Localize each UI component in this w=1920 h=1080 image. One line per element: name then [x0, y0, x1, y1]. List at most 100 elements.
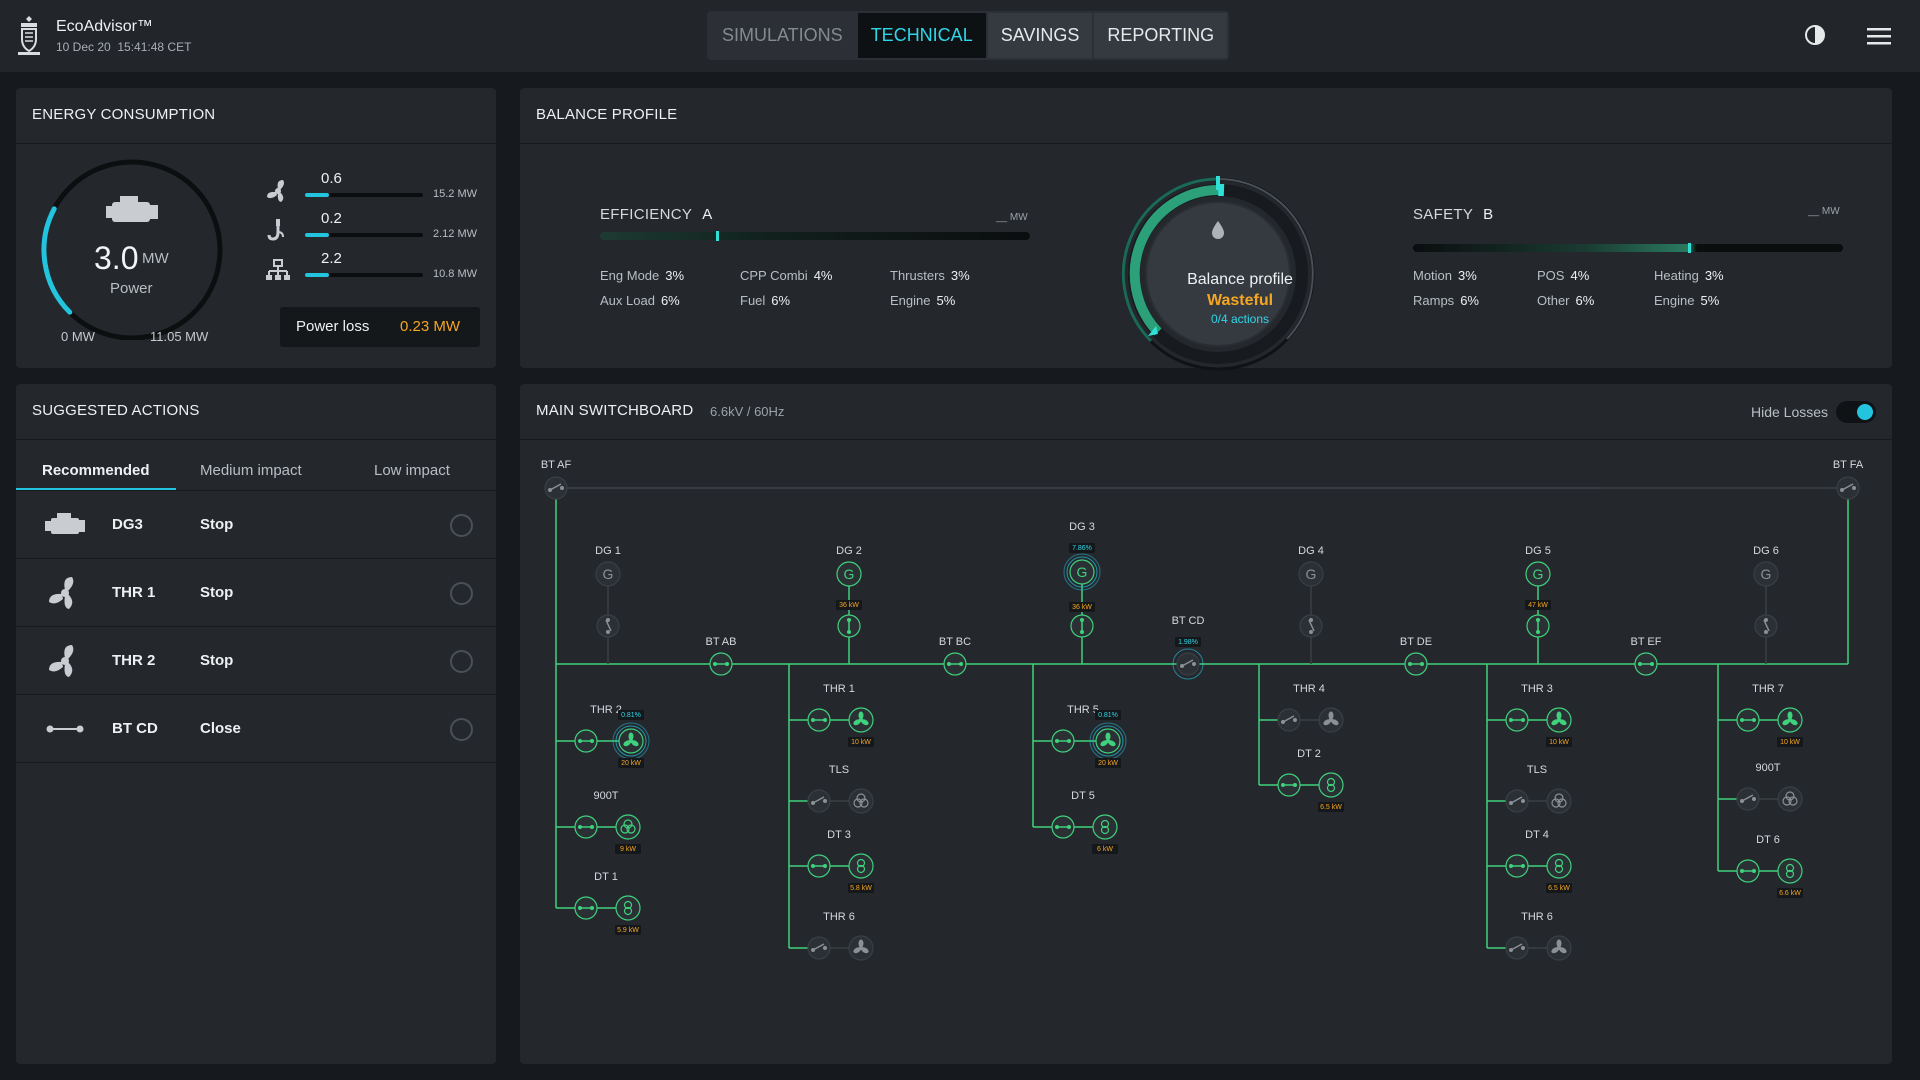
panel-divider [520, 143, 1892, 144]
consumer-node[interactable] [848, 707, 874, 733]
hide-losses-toggle[interactable] [1836, 401, 1876, 423]
feeder-breaker[interactable] [1505, 936, 1529, 960]
efficiency-item: Aux Load 6% [600, 293, 680, 308]
generator-node[interactable]: G [836, 561, 862, 587]
item-name: Aux Load [600, 293, 655, 308]
feeder-breaker[interactable] [807, 708, 831, 732]
feeder-breaker[interactable] [1736, 859, 1760, 883]
generator-node[interactable]: G [1525, 561, 1551, 587]
action-select-radio[interactable] [450, 650, 473, 673]
feeder-breaker[interactable] [807, 936, 831, 960]
balance-center-title: Balance profile [1187, 271, 1293, 288]
contrast-toggle-icon[interactable] [1804, 24, 1826, 46]
consumer-node[interactable] [612, 722, 650, 760]
action-select-radio[interactable] [450, 582, 473, 605]
feeder-breaker[interactable] [1277, 773, 1301, 797]
consumer-node[interactable] [615, 895, 641, 921]
impact-tabs: Recommended Medium impact Low impact [16, 454, 496, 491]
item-value: 3% [1458, 268, 1477, 283]
generator-label: DG 1 [595, 545, 621, 557]
consumer-node[interactable] [1777, 786, 1803, 812]
consumer-node[interactable] [848, 935, 874, 961]
generator-node[interactable]: G [1063, 553, 1101, 591]
feeder-breaker[interactable] [574, 729, 598, 753]
bus-tie-breaker[interactable] [1404, 652, 1428, 676]
svg-text:G: G [1761, 566, 1772, 582]
svg-text:6.6 kW: 6.6 kW [1779, 890, 1801, 897]
tab-savings[interactable]: SAVINGS [987, 13, 1093, 58]
consumer-node[interactable] [1546, 788, 1572, 814]
safety-marker [1688, 243, 1692, 253]
bus-tie-breaker[interactable] [1634, 652, 1658, 676]
consumer-node[interactable] [1546, 853, 1572, 879]
action-verb: Stop [200, 652, 234, 669]
consumer-node[interactable] [1318, 772, 1344, 798]
feeder-breaker[interactable] [1736, 787, 1760, 811]
consumer-node[interactable] [1546, 707, 1572, 733]
feeder-breaker[interactable] [807, 789, 831, 813]
action-row-thr1[interactable]: THR 1 Stop [16, 559, 496, 627]
feeder-breaker[interactable] [1736, 708, 1760, 732]
generator-node[interactable]: G [595, 561, 621, 587]
feeder-breaker[interactable] [1051, 815, 1075, 839]
consumption-row-propulsion: 0.6 15.2 MW [265, 170, 485, 210]
feeder-breaker[interactable] [574, 896, 598, 920]
bus-tie-breaker[interactable] [1836, 476, 1860, 500]
generator-breaker[interactable] [1754, 614, 1778, 638]
bus-tie-breaker[interactable] [1172, 648, 1204, 680]
efficiency-item: Engine 5% [890, 293, 955, 308]
generator-load-tag: 36 kW [1069, 602, 1095, 612]
bus-tie-breaker[interactable] [709, 652, 733, 676]
svg-text:36 kW: 36 kW [839, 602, 859, 609]
bus-tie-breaker[interactable] [943, 652, 967, 676]
tab-simulations[interactable]: SIMULATIONS [709, 13, 856, 58]
feeder-breaker[interactable] [1277, 708, 1301, 732]
consumer-load-tag: 6 kW [1092, 844, 1118, 854]
feeder-breaker[interactable] [1505, 708, 1529, 732]
crane-bar-fill [305, 233, 329, 237]
generator-node[interactable]: G [1298, 561, 1324, 587]
consumer-node[interactable] [848, 788, 874, 814]
bus-tie-breaker[interactable] [544, 476, 568, 500]
action-select-radio[interactable] [450, 514, 473, 537]
generator-breaker[interactable] [837, 614, 861, 638]
consumer-node[interactable] [1777, 707, 1803, 733]
feeder-breaker[interactable] [1505, 854, 1529, 878]
tab-recommended[interactable]: Recommended [42, 462, 150, 479]
consumer-node[interactable] [848, 853, 874, 879]
consumer-node[interactable] [1546, 935, 1572, 961]
generator-breaker[interactable] [1526, 614, 1550, 638]
item-name: Heating [1654, 268, 1699, 283]
action-row-thr2[interactable]: THR 2 Stop [16, 627, 496, 695]
feeder-breaker[interactable] [1505, 789, 1529, 813]
tab-low-impact[interactable]: Low impact [374, 462, 450, 479]
feeder-breaker[interactable] [574, 815, 598, 839]
consumer-node[interactable] [1089, 722, 1127, 760]
efficiency-item: Thrusters 3% [890, 268, 970, 283]
consumer-node[interactable] [1092, 814, 1118, 840]
svg-text:1.98%: 1.98% [1178, 639, 1198, 646]
generator-breaker[interactable] [596, 614, 620, 638]
gauge-fill-arc [41, 206, 73, 315]
action-row-btcd[interactable]: BT CD Close [16, 695, 496, 763]
tab-medium-impact[interactable]: Medium impact [200, 462, 302, 479]
tab-technical[interactable]: TECHNICAL [857, 13, 986, 58]
consumer-node[interactable] [615, 814, 641, 840]
consumer-node[interactable] [1777, 858, 1803, 884]
generator-breaker[interactable] [1299, 614, 1323, 638]
consumer-label: THR 6 [1521, 911, 1553, 923]
generator-breaker[interactable] [1070, 614, 1094, 638]
action-row-dg3[interactable]: DG3 Stop [16, 491, 496, 559]
hamburger-menu-icon[interactable] [1866, 25, 1892, 47]
action-select-radio[interactable] [450, 718, 473, 741]
action-verb: Stop [200, 584, 234, 601]
feeder-breaker[interactable] [807, 854, 831, 878]
svg-text:0.81%: 0.81% [1098, 712, 1118, 719]
tab-reporting[interactable]: REPORTING [1094, 13, 1228, 58]
generator-node[interactable]: G [1753, 561, 1779, 587]
item-value: 3% [665, 268, 685, 283]
consumer-node[interactable] [1318, 707, 1344, 733]
consumer-load-tag: 5.8 kW [848, 883, 874, 893]
feeder-breaker[interactable] [1051, 729, 1075, 753]
balance-center-actions[interactable]: 0/4 actions [1150, 312, 1330, 326]
